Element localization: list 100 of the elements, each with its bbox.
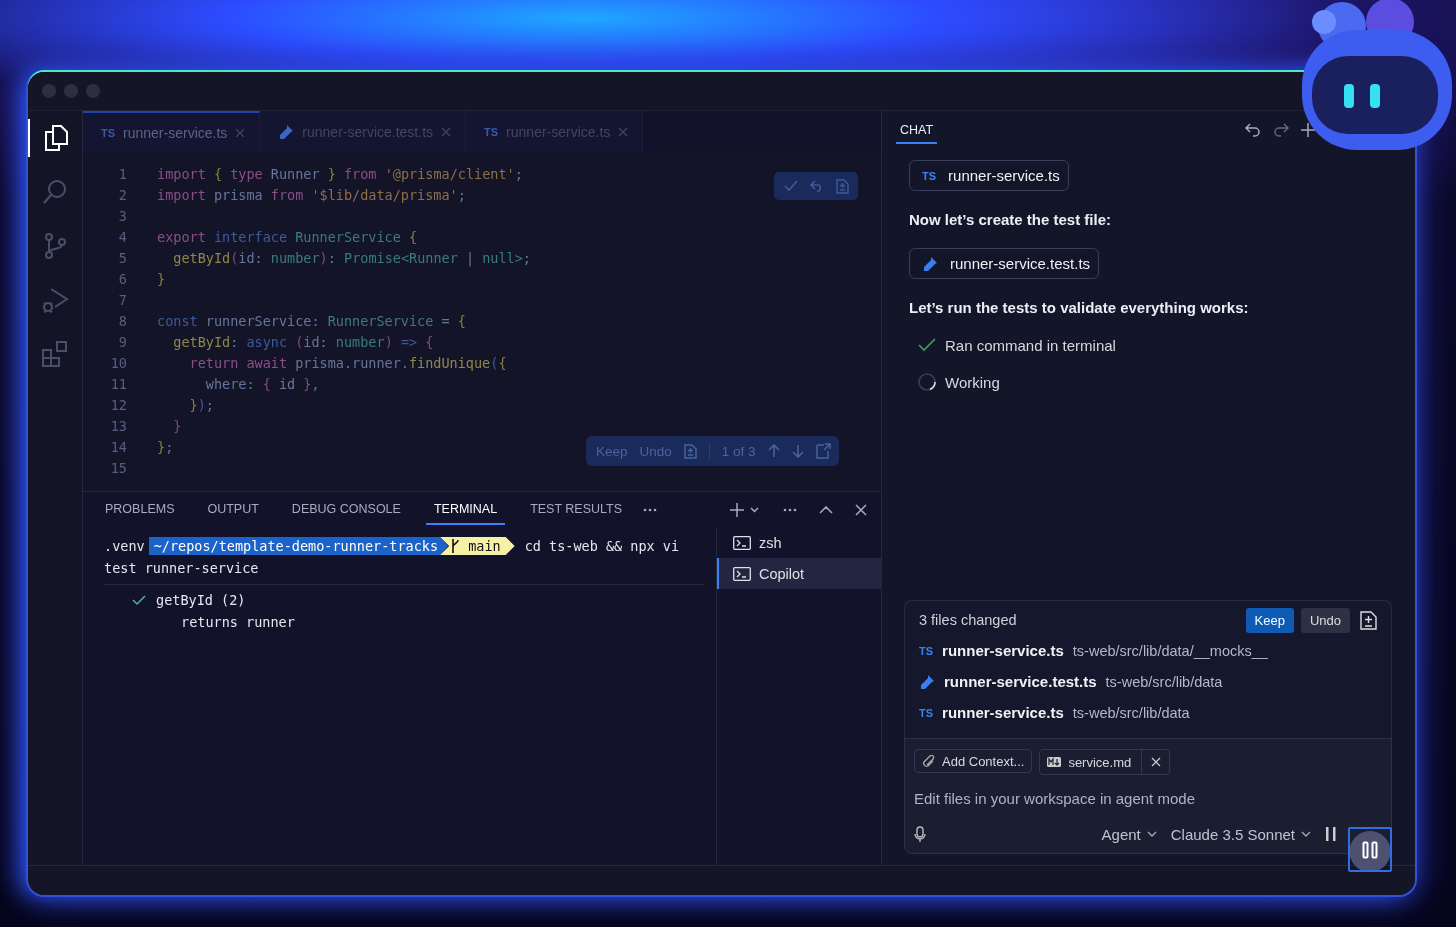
terminal-item[interactable]: zsh <box>717 527 881 558</box>
chat-message: Let’s run the tests to validate everything works: <box>909 299 1249 316</box>
code-line: return await prisma.runner.findUnique({ <box>188 354 507 371</box>
line-number: 11 <box>109 375 127 392</box>
panel-tab[interactable]: TERMINAL <box>425 494 506 525</box>
venv-label: .venv <box>104 538 145 554</box>
window-control[interactable] <box>64 84 78 98</box>
chevron-up-icon[interactable] <box>819 505 833 514</box>
changed-file-row[interactable]: runner-service.test.ts ts-web/src/lib/data <box>919 666 1377 697</box>
file-chip[interactable]: TS runner-service.ts <box>909 160 1069 191</box>
open-diff-icon[interactable] <box>815 443 831 459</box>
changed-file-row[interactable]: TS runner-service.ts ts-web/src/lib/data/__mocks__ <box>919 635 1377 666</box>
line-number: 2 <box>117 186 127 203</box>
changed-file-row[interactable]: TS runner-service.ts ts-web/src/lib/data <box>919 697 1377 728</box>
pause-icon <box>1362 840 1378 859</box>
undo-icon[interactable] <box>1245 123 1261 137</box>
keep-button[interactable]: Keep <box>1245 607 1294 633</box>
search-icon <box>42 179 68 205</box>
line-number: 15 <box>109 459 127 476</box>
terminal-command: test runner-service <box>104 559 260 578</box>
more-icon[interactable] <box>783 507 797 512</box>
file-type-label: TS <box>101 127 116 139</box>
path-segment: ~/repos/template-demo-runner-tracks <box>148 537 449 555</box>
chat-tab[interactable]: CHAT <box>896 116 938 144</box>
line-number: 6 <box>117 270 127 287</box>
code-line: where: { id }, <box>204 375 320 392</box>
change-counter: 1 of 3 <box>721 443 756 459</box>
pause-button[interactable] <box>1348 827 1392 872</box>
file-type-label: TS <box>922 169 937 182</box>
file-name: runner-service.ts <box>942 642 1064 659</box>
code-line: const runnerService: RunnerService = { <box>157 312 466 329</box>
context-file-chip[interactable]: service.md <box>1039 749 1171 775</box>
terminal-name: Copilot <box>759 565 805 582</box>
line-number: 14 <box>109 438 127 455</box>
test-output: returns runner <box>181 614 295 630</box>
terminal-command: cd ts-web && npx vi <box>524 538 680 554</box>
prompt-field[interactable]: Edit files in your workspace in agent mode <box>914 787 1381 809</box>
panel-tab[interactable]: OUTPUT <box>199 494 267 525</box>
down-arrow-icon[interactable] <box>791 444 804 458</box>
add-context-button[interactable]: Add Context... <box>914 749 1033 773</box>
code-line: }); <box>188 396 214 413</box>
code-line: } <box>157 270 166 287</box>
branch-icon <box>450 538 461 554</box>
line-number: 5 <box>117 249 127 266</box>
stop-icon[interactable] <box>1325 827 1337 841</box>
code-line: getById(id: number): Promise<Runner | null>; <box>172 249 531 266</box>
mode-dropdown[interactable]: Agent <box>1101 825 1157 843</box>
file-type-label: TS <box>484 126 499 138</box>
context-file-name: service.md <box>1068 754 1132 770</box>
chat-input[interactable]: Add Context... service.md Edit files in your workspace in agent mode Agent Claude 3.5 Sonnet <box>904 738 1392 854</box>
code-line: import { type Runner } from '@prisma/client'; <box>157 165 523 182</box>
line-number: 3 <box>117 207 127 224</box>
line-number: 9 <box>117 333 127 350</box>
more-icon[interactable] <box>643 507 658 512</box>
run-debug-icon <box>41 286 69 314</box>
plus-icon[interactable] <box>1301 123 1315 137</box>
tab-label: runner-service.ts <box>123 125 228 141</box>
file-name: runner-service.ts <box>948 167 1060 184</box>
branch-name: main <box>468 538 501 554</box>
redo-icon[interactable] <box>1273 123 1289 137</box>
chat-message: Now let’s create the test file: <box>909 211 1111 228</box>
chevron-down-icon <box>1301 831 1311 837</box>
step-label: Working <box>945 373 1000 391</box>
terminal-item[interactable]: Copilot <box>717 558 881 589</box>
line-number: 12 <box>109 396 127 413</box>
up-arrow-icon[interactable] <box>767 444 780 458</box>
files-icon <box>43 124 69 152</box>
file-path: ts-web/src/lib/data/__mocks__ <box>1072 642 1268 659</box>
file-type-label: TS <box>919 706 934 719</box>
new-terminal-icon[interactable] <box>729 501 761 518</box>
step-label: Ran command in terminal <box>945 336 1116 354</box>
line-number: 4 <box>117 228 127 245</box>
branch-icon <box>43 232 67 260</box>
file-name: runner-service.test.ts <box>950 255 1091 272</box>
file-name: runner-service.ts <box>942 704 1064 721</box>
model-dropdown[interactable]: Claude 3.5 Sonnet <box>1170 825 1311 843</box>
panel-tab[interactable]: DEBUG CONSOLE <box>283 494 409 525</box>
check-icon[interactable] <box>783 180 798 192</box>
code-line: import prisma from '$lib/data/prisma'; <box>157 186 466 203</box>
file-chip[interactable]: runner-service.test.ts <box>909 248 1100 279</box>
terminal-icon <box>733 566 751 581</box>
panel-tab[interactable]: TEST RESULTS <box>522 494 631 525</box>
microphone-icon[interactable] <box>914 825 926 843</box>
code-line: } <box>172 417 182 434</box>
terminal[interactable]: .venv ~/repos/template-demo-runner-tracks main cd ts-web && npx vi test runner-service getById (2) returns runner <box>83 527 717 865</box>
chevron-down-icon <box>1146 831 1157 837</box>
window-control[interactable] <box>86 84 100 98</box>
line-number: 1 <box>117 165 127 182</box>
line-number: 7 <box>117 291 127 308</box>
code-line: export interface RunnerService { <box>157 228 418 245</box>
undo-button[interactable]: Undo <box>1300 607 1350 633</box>
file-path: ts-web/src/lib/data <box>1105 673 1223 690</box>
panel-tab[interactable]: PROBLEMS <box>97 494 183 525</box>
terminal-icon <box>733 535 751 550</box>
close-icon[interactable] <box>855 503 867 516</box>
line-number: 13 <box>109 417 127 434</box>
code-line: getById: async (id: number) => { <box>172 333 434 350</box>
file-name: runner-service.test.ts <box>944 673 1097 690</box>
code-line: }; <box>157 438 174 455</box>
window-control[interactable] <box>42 84 56 98</box>
